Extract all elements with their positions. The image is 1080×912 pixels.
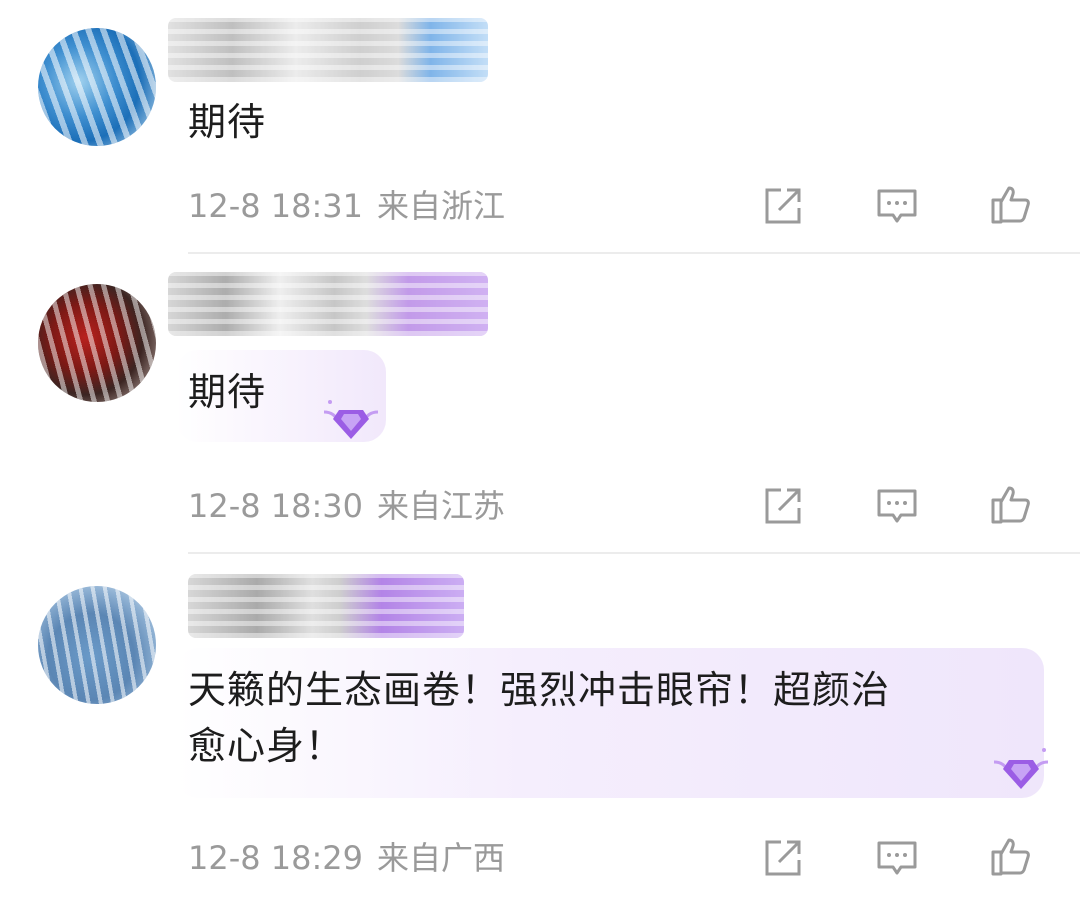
comment-icon[interactable] xyxy=(873,834,921,882)
vip-gem-badge-icon xyxy=(320,396,382,444)
avatar[interactable] xyxy=(38,284,156,402)
vip-gem-badge-icon xyxy=(990,746,1052,794)
comment-item: 天籁的生态画卷！强烈冲击眼帘！超颜治 愈心身！ 12-8 18:29 来自广西 xyxy=(0,554,1080,912)
comment-text: 期待 xyxy=(188,100,267,144)
comment-time: 12-8 18:29 xyxy=(188,839,364,877)
comment-region: 来自江苏 xyxy=(377,487,506,525)
comment-region: 来自浙江 xyxy=(377,187,506,225)
comment-meta: 12-8 18:31 来自浙江 xyxy=(188,186,505,226)
comment-meta: 12-8 18:30 来自江苏 xyxy=(188,486,505,526)
comment-text: 期待 xyxy=(188,370,267,414)
thumbs-up-icon[interactable] xyxy=(987,180,1035,228)
avatar[interactable] xyxy=(38,28,156,146)
comment-text-line: 愈心身！ xyxy=(188,724,345,768)
username-blurred[interactable] xyxy=(168,18,488,82)
username-blurred[interactable] xyxy=(188,574,464,638)
share-icon[interactable] xyxy=(759,482,807,530)
comment-item: 期待 12-8 18:31 来自浙江 xyxy=(0,0,1080,254)
thumbs-up-icon[interactable] xyxy=(987,832,1035,880)
comment-icon[interactable] xyxy=(873,182,921,230)
share-icon[interactable] xyxy=(759,834,807,882)
comment-time: 12-8 18:30 xyxy=(188,487,364,525)
comment-region: 来自广西 xyxy=(377,839,506,877)
thumbs-up-icon[interactable] xyxy=(987,480,1035,528)
comment-text: 天籁的生态画卷！强烈冲击眼帘！超颜治 愈心身！ xyxy=(188,662,890,774)
avatar[interactable] xyxy=(38,586,156,704)
comment-text-line: 天籁的生态画卷！强烈冲击眼帘！超颜治 xyxy=(188,668,891,712)
comment-icon[interactable] xyxy=(873,482,921,530)
comment-meta: 12-8 18:29 来自广西 xyxy=(188,838,505,878)
comment-item: 期待 12-8 18:30 来自江苏 xyxy=(0,254,1080,554)
share-icon[interactable] xyxy=(759,182,807,230)
comment-time: 12-8 18:31 xyxy=(188,187,364,225)
username-blurred[interactable] xyxy=(168,272,488,336)
